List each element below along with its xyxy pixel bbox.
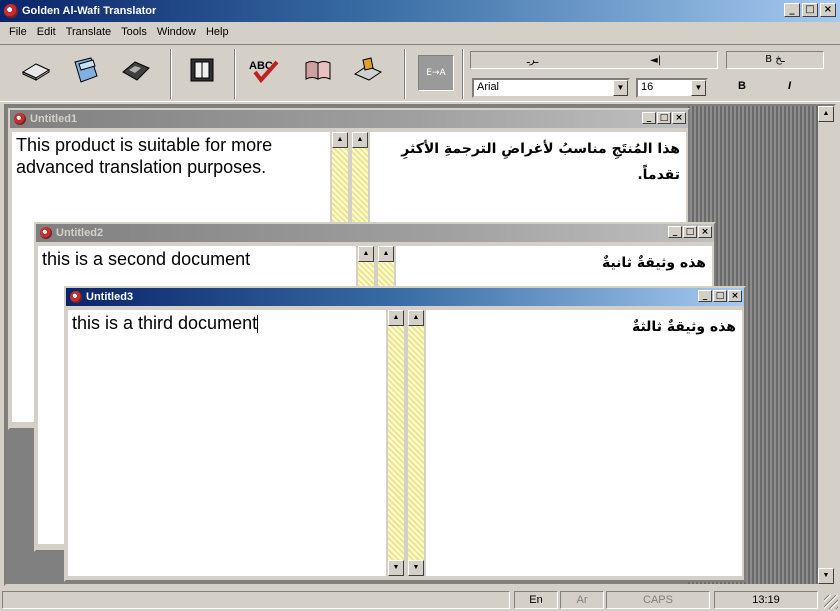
scroll-up-button[interactable]: ▲: [352, 132, 368, 148]
clock: 13:19: [714, 591, 818, 609]
scroll-down-button[interactable]: ▼: [408, 560, 424, 576]
language-ar-indicator: Ar: [560, 591, 604, 609]
direction-speaker-icon[interactable]: ◄|: [650, 55, 661, 66]
arabic-style-label: ـرـ: [526, 54, 539, 66]
spellcheck-icon: ABC: [249, 60, 279, 84]
close-button[interactable]: ×: [698, 226, 712, 238]
menu-help[interactable]: Help: [201, 26, 234, 38]
target-text-pane[interactable]: هذه وثيقةٌ ثالثةٌ: [426, 310, 742, 576]
scroll-down-button[interactable]: ▼: [818, 568, 834, 584]
document-icon: [40, 227, 52, 239]
italic-button[interactable]: I: [788, 80, 791, 92]
status-message: [2, 591, 510, 609]
app-logo-icon: [4, 4, 18, 18]
toolbar-separator: [462, 49, 464, 99]
scroll-up-button[interactable]: ▲: [408, 310, 424, 326]
text-caret: [257, 315, 259, 334]
minimize-button[interactable]: _: [668, 226, 682, 238]
toolbar: ABC E→A ـرـ ◄| B ـخ Arial ▼ 16 ▼ B I: [0, 44, 840, 102]
target-scrollbar[interactable]: ▲ ▼: [408, 310, 424, 576]
document-3-title-bar[interactable]: Untitled3 _ □ ×: [66, 288, 744, 306]
chevron-down-icon[interactable]: ▼: [613, 80, 628, 96]
document-2-title: Untitled2: [56, 227, 104, 239]
close-button[interactable]: ×: [820, 3, 836, 17]
glossary-button[interactable]: [300, 53, 336, 87]
open-book-icon: [305, 61, 331, 80]
document-1-title: Untitled1: [30, 113, 78, 125]
menu-edit[interactable]: Edit: [32, 26, 61, 38]
font-size-value: 16: [641, 81, 654, 93]
arabic-bold-indicator: B ـخ: [726, 51, 824, 69]
source-text: this is a third document: [72, 313, 258, 333]
minimize-button[interactable]: _: [784, 3, 800, 17]
font-name-value: Arial: [477, 81, 500, 93]
chevron-down-icon[interactable]: ▼: [691, 80, 706, 96]
maximize-button[interactable]: □: [713, 290, 727, 302]
scroll-down-button[interactable]: ▼: [388, 560, 404, 576]
toolbar-separator: [234, 49, 236, 99]
scroll-up-button[interactable]: ▲: [388, 310, 404, 326]
document-icon: [14, 113, 26, 125]
workspace-scrollbar[interactable]: ▲ ▼: [818, 106, 834, 584]
maximize-button[interactable]: □: [802, 3, 818, 17]
scroll-up-button[interactable]: ▲: [332, 132, 348, 148]
new-document-icon: [21, 63, 51, 81]
status-bar: En Ar CAPS 13:19: [0, 588, 840, 611]
app-title-text: Golden Al-Wafi Translator: [22, 5, 157, 17]
close-button[interactable]: ×: [672, 112, 686, 124]
maximize-button[interactable]: □: [657, 112, 671, 124]
resize-grip-icon[interactable]: [824, 595, 838, 609]
save-button[interactable]: [118, 53, 154, 87]
menu-tools[interactable]: Tools: [116, 26, 152, 38]
caps-indicator: CAPS: [606, 591, 710, 609]
source-scrollbar[interactable]: ▲ ▼: [388, 310, 404, 576]
close-button[interactable]: ×: [728, 290, 742, 302]
menu-file[interactable]: File: [4, 26, 32, 38]
minimize-button[interactable]: _: [698, 290, 712, 302]
new-document-button[interactable]: [18, 53, 54, 87]
app-title-bar[interactable]: Golden Al-Wafi Translator _ □ ×: [0, 0, 840, 22]
document-icon: [70, 291, 82, 303]
menu-window[interactable]: Window: [152, 26, 201, 38]
source-text-pane[interactable]: this is a third document: [68, 310, 386, 576]
open-button[interactable]: [68, 53, 104, 87]
document-3-title: Untitled3: [86, 291, 134, 303]
maximize-button[interactable]: □: [683, 226, 697, 238]
book-icon: [190, 58, 214, 82]
translate-icon: [353, 57, 383, 81]
bold-button[interactable]: B: [738, 80, 746, 92]
document-window-3[interactable]: Untitled3 _ □ × this is a third document…: [64, 286, 746, 582]
open-folder-icon: [74, 57, 98, 83]
document-1-title-bar[interactable]: Untitled1 _ □ ×: [10, 110, 688, 128]
spellcheck-button[interactable]: ABC: [246, 53, 282, 87]
translate-button[interactable]: [350, 53, 386, 87]
scroll-up-button[interactable]: ▲: [358, 246, 374, 262]
scroll-up-button[interactable]: ▲: [378, 246, 394, 262]
save-disk-icon: [122, 61, 150, 81]
minimize-button[interactable]: _: [642, 112, 656, 124]
toolbar-separator: [404, 49, 406, 99]
toolbar-separator: [170, 49, 172, 99]
menu-bar: File Edit Translate Tools Window Help: [0, 22, 840, 42]
font-name-select[interactable]: Arial ▼: [472, 78, 630, 98]
format-strip: ـرـ ◄|: [470, 51, 718, 69]
direction-toggle-button[interactable]: E→A: [418, 55, 454, 91]
dictionary-button[interactable]: [184, 53, 220, 87]
language-en-indicator: En: [514, 591, 558, 609]
font-size-select[interactable]: 16 ▼: [636, 78, 708, 98]
scroll-up-button[interactable]: ▲: [818, 106, 834, 122]
app-title: Golden Al-Wafi Translator: [4, 4, 156, 18]
document-2-title-bar[interactable]: Untitled2 _ □ ×: [36, 224, 714, 242]
menu-translate[interactable]: Translate: [61, 26, 116, 38]
